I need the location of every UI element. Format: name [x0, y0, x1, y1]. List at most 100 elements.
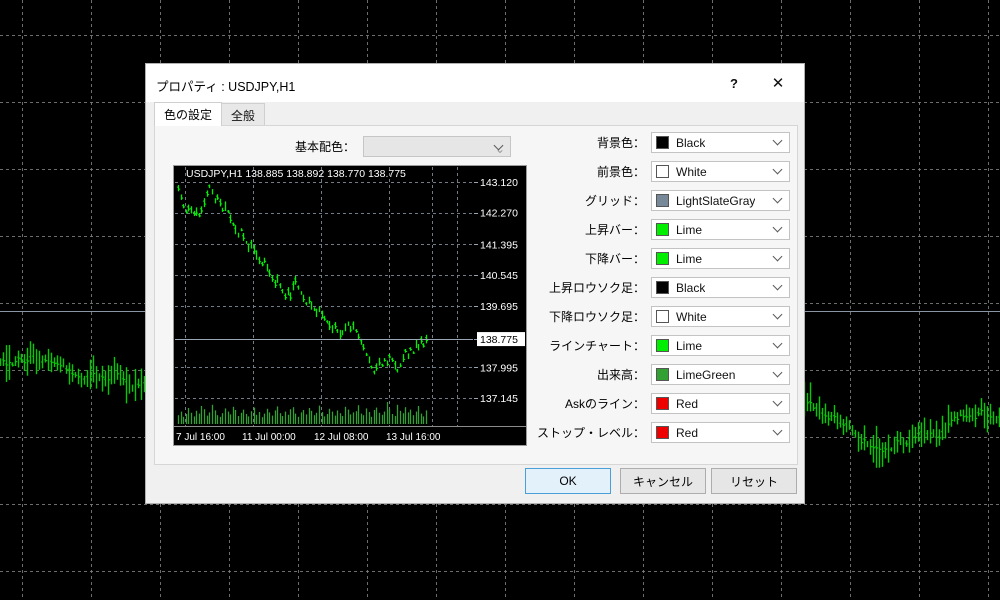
- chevron-down-icon: ⌄: [495, 142, 504, 151]
- color-select[interactable]: Lime: [651, 335, 790, 356]
- reset-button[interactable]: リセット: [711, 468, 797, 494]
- color-select[interactable]: Lime: [651, 248, 790, 269]
- chevron-down-icon: [774, 340, 783, 349]
- color-row-label: ストップ・レベル：: [537, 424, 645, 441]
- color-scheme-row: 基本配色： ⌄: [295, 136, 511, 157]
- color-swatch-icon: [656, 426, 669, 439]
- color-scheme-select[interactable]: ⌄: [363, 136, 511, 157]
- tab-common-label: 全般: [231, 107, 255, 124]
- color-swatch-icon: [656, 223, 669, 236]
- color-row-label: 出来高：: [597, 366, 645, 383]
- color-swatch-icon: [656, 194, 669, 207]
- color-row: 上昇バー： Lime: [538, 219, 790, 240]
- color-row: 下降ロウソク足： White: [538, 306, 790, 327]
- color-select[interactable]: Red: [651, 393, 790, 414]
- color-value-label: Black: [676, 281, 705, 295]
- svg-text:137.145: 137.145: [480, 393, 518, 405]
- color-value-label: LimeGreen: [676, 368, 735, 382]
- chevron-down-icon: [774, 195, 783, 204]
- color-swatch-icon: [656, 165, 669, 178]
- tab-colors[interactable]: 色の設定: [154, 102, 222, 126]
- chevron-down-icon: [774, 311, 783, 320]
- svg-text:143.120: 143.120: [480, 177, 518, 189]
- tabstrip: 色の設定 全般: [154, 102, 264, 126]
- tab-common[interactable]: 全般: [221, 103, 265, 126]
- color-row-label: 上昇ロウソク足：: [549, 279, 645, 296]
- svg-text:140.545: 140.545: [480, 270, 518, 282]
- cancel-button[interactable]: キャンセル: [620, 468, 706, 494]
- chevron-down-icon: [774, 224, 783, 233]
- color-value-label: Red: [676, 426, 698, 440]
- dialog-footer: OK キャンセル リセット: [146, 463, 806, 503]
- svg-text:141.395: 141.395: [480, 239, 518, 251]
- chevron-down-icon: [774, 253, 783, 262]
- chevron-down-icon: [774, 427, 783, 436]
- color-value-label: LightSlateGray: [676, 194, 755, 208]
- color-row-label: Askのライン：: [565, 395, 645, 412]
- color-select[interactable]: LimeGreen: [651, 364, 790, 385]
- chevron-down-icon: [774, 369, 783, 378]
- color-select[interactable]: White: [651, 161, 790, 182]
- svg-text:139.695: 139.695: [480, 301, 518, 313]
- color-select[interactable]: Black: [651, 132, 790, 153]
- color-swatch-icon: [656, 368, 669, 381]
- color-swatch-icon: [656, 252, 669, 265]
- svg-text:11 Jul 00:00: 11 Jul 00:00: [242, 432, 296, 443]
- close-icon[interactable]: ✕: [762, 68, 794, 98]
- color-value-label: White: [676, 165, 707, 179]
- svg-text:7 Jul 16:00: 7 Jul 16:00: [176, 432, 225, 443]
- chevron-down-icon: [774, 137, 783, 146]
- tab-colors-label: 色の設定: [164, 106, 212, 123]
- color-row: ストップ・レベル： Red: [538, 422, 790, 443]
- chart-preview-canvas: 143.120 142.270 141.395 140.545 139.695 138.7…: [174, 166, 526, 445]
- color-value-label: Lime: [676, 223, 702, 237]
- color-row: 下降バー： Lime: [538, 248, 790, 269]
- svg-text:USDJPY,H1 138.885 138.892 138: USDJPY,H1 138.885 138.892 138.770 138.77…: [186, 168, 406, 180]
- ok-button[interactable]: OK: [525, 468, 611, 494]
- properties-dialog: プロパティ : USDJPY,H1 ? ✕ 色の設定 全般 基本配色： ⌄ 14…: [145, 63, 805, 504]
- color-row-label: 下降ロウソク足：: [549, 308, 645, 325]
- dialog-title: プロパティ : USDJPY,H1: [156, 76, 295, 95]
- svg-text:137.995: 137.995: [480, 362, 518, 374]
- color-swatch-icon: [656, 339, 669, 352]
- color-value-label: Lime: [676, 252, 702, 266]
- color-row-label: グリッド：: [585, 192, 645, 209]
- color-value-label: Black: [676, 136, 705, 150]
- color-row: グリッド： LightSlateGray: [538, 190, 790, 211]
- color-row: 前景色： White: [538, 161, 790, 182]
- color-swatch-icon: [656, 281, 669, 294]
- chevron-down-icon: [774, 282, 783, 291]
- color-row: ラインチャート： Lime: [538, 335, 790, 356]
- color-row: 出来高： LimeGreen: [538, 364, 790, 385]
- svg-text:142.270: 142.270: [480, 208, 518, 220]
- chart-preview: 143.120 142.270 141.395 140.545 139.695 138.7…: [173, 165, 527, 446]
- color-settings-list: 背景色： Black 前景色： White グリッド： LightSlateGray 上昇バ…: [538, 132, 790, 451]
- color-select[interactable]: White: [651, 306, 790, 327]
- svg-text:138.775: 138.775: [480, 334, 518, 346]
- color-scheme-label: 基本配色：: [295, 138, 355, 155]
- color-row-label: ラインチャート：: [549, 337, 645, 354]
- color-select[interactable]: LightSlateGray: [651, 190, 790, 211]
- svg-text:13 Jul 16:00: 13 Jul 16:00: [386, 432, 441, 443]
- color-swatch-icon: [656, 397, 669, 410]
- color-row: Askのライン： Red: [538, 393, 790, 414]
- color-select[interactable]: Red: [651, 422, 790, 443]
- color-row-label: 前景色：: [597, 163, 645, 180]
- color-row-label: 下降バー：: [585, 250, 645, 267]
- color-row: 上昇ロウソク足： Black: [538, 277, 790, 298]
- color-row-label: 上昇バー：: [585, 221, 645, 238]
- color-select[interactable]: Lime: [651, 219, 790, 240]
- color-value-label: Red: [676, 397, 698, 411]
- color-select[interactable]: Black: [651, 277, 790, 298]
- color-value-label: Lime: [676, 339, 702, 353]
- color-value-label: White: [676, 310, 707, 324]
- color-swatch-icon: [656, 136, 669, 149]
- color-swatch-icon: [656, 310, 669, 323]
- chevron-down-icon: [774, 398, 783, 407]
- svg-text:12 Jul 08:00: 12 Jul 08:00: [314, 432, 369, 443]
- colors-panel: 基本配色： ⌄ 143.120 142.270 141.395 140.545 139.…: [154, 125, 798, 465]
- color-row-label: 背景色：: [597, 134, 645, 151]
- dialog-titlebar: プロパティ : USDJPY,H1 ? ✕: [146, 64, 804, 102]
- help-icon[interactable]: ?: [718, 68, 750, 98]
- chevron-down-icon: [774, 166, 783, 175]
